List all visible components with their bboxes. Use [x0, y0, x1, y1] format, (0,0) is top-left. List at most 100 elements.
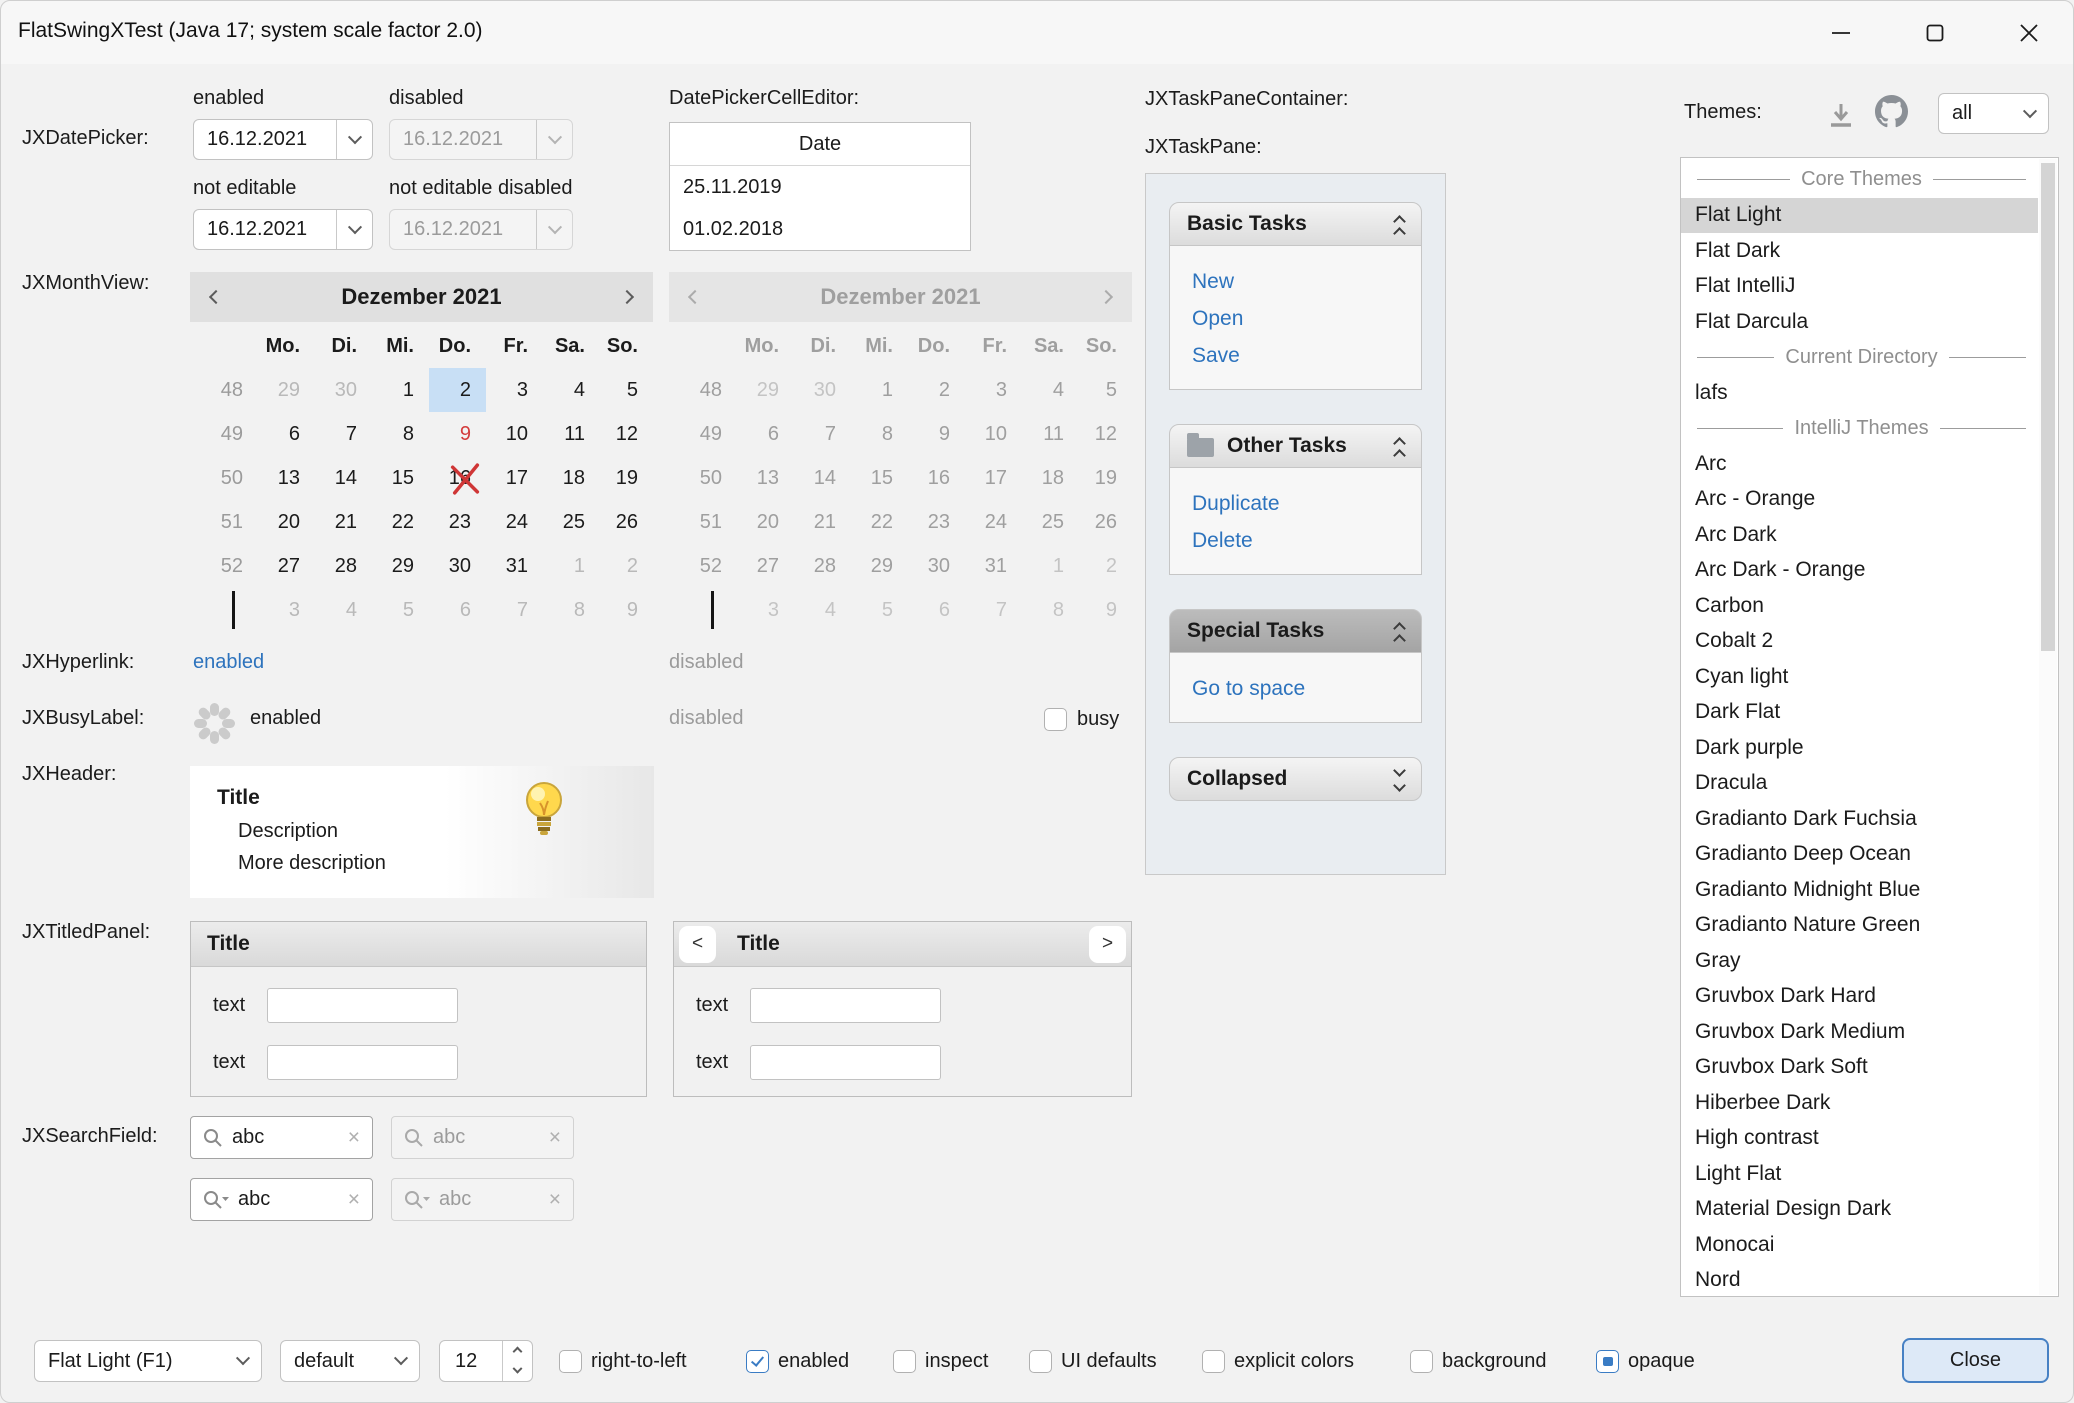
github-button[interactable]: [1875, 95, 1908, 134]
calendar-day[interactable]: 1: [372, 368, 429, 412]
checkbox-enabled[interactable]: enabled: [746, 1340, 849, 1382]
download-themes-button[interactable]: [1825, 99, 1857, 137]
calendar-day[interactable]: 2: [600, 544, 653, 588]
calendar-day[interactable]: 30: [429, 544, 486, 588]
theme-list-item[interactable]: Nord: [1681, 1263, 2038, 1298]
checkbox-right-to-left[interactable]: right-to-left: [559, 1340, 687, 1382]
checkbox-explicit-colors[interactable]: explicit colors: [1202, 1340, 1354, 1382]
theme-list-item[interactable]: Carbon: [1681, 588, 2038, 624]
checkbox-box[interactable]: [893, 1350, 916, 1373]
taskpane-header[interactable]: Basic Tasks: [1169, 202, 1422, 246]
taskpane-header[interactable]: Special Tasks: [1169, 609, 1422, 653]
calendar-day[interactable]: 4: [315, 588, 372, 632]
text-input[interactable]: [750, 1045, 941, 1080]
taskpane-link[interactable]: Go to space: [1192, 670, 1305, 707]
taskpane-link[interactable]: Duplicate: [1192, 485, 1280, 522]
datepicker-dropdown-button[interactable]: [336, 120, 372, 159]
theme-list-item[interactable]: Arc Dark: [1681, 517, 2038, 553]
maximize-button[interactable]: [1904, 10, 1966, 56]
calendar-day[interactable]: 6: [258, 412, 315, 456]
calendar-day[interactable]: 12: [600, 412, 653, 456]
calendar-day[interactable]: 2: [429, 368, 486, 412]
clear-icon[interactable]: ×: [348, 1127, 360, 1148]
calendar-day[interactable]: 10: [486, 412, 543, 456]
table-row[interactable]: 25.11.2019: [670, 166, 970, 208]
font-size-spinner[interactable]: 12: [439, 1340, 533, 1382]
calendar-day[interactable]: 16: [429, 456, 486, 500]
theme-list-item[interactable]: Flat Dark: [1681, 233, 2038, 269]
theme-list-item[interactable]: Monocai: [1681, 1227, 2038, 1263]
checkbox-box[interactable]: [746, 1350, 769, 1373]
minimize-button[interactable]: [1810, 10, 1872, 56]
calendar-day[interactable]: 23: [429, 500, 486, 544]
searchfield-with-menu-enabled[interactable]: abc ×: [190, 1178, 373, 1221]
spinner-down-button[interactable]: [503, 1361, 532, 1381]
clear-icon[interactable]: ×: [348, 1189, 360, 1210]
theme-list-item[interactable]: Dark Flat: [1681, 695, 2038, 731]
theme-list-item[interactable]: Light Flat: [1681, 1156, 2038, 1192]
search-input[interactable]: abc: [238, 1188, 339, 1211]
taskpane-link[interactable]: Save: [1192, 337, 1240, 374]
calendar-day[interactable]: 8: [543, 588, 600, 632]
theme-list-item[interactable]: Dracula: [1681, 766, 2038, 802]
laf-combo[interactable]: Flat Light (F1): [34, 1340, 262, 1382]
checkbox-inspect[interactable]: inspect: [893, 1340, 988, 1382]
datepicker-not-editable[interactable]: 16.12.2021: [193, 209, 373, 250]
theme-list-item[interactable]: Gruvbox Dark Hard: [1681, 979, 2038, 1015]
theme-list-item[interactable]: Flat Light: [1681, 198, 2038, 234]
calendar-day[interactable]: 22: [372, 500, 429, 544]
titledpanel-right-button[interactable]: >: [1089, 926, 1126, 963]
calendar-day[interactable]: 14: [315, 456, 372, 500]
calendar-day[interactable]: 20: [258, 500, 315, 544]
checkbox-box[interactable]: [1410, 1350, 1433, 1373]
theme-list-item[interactable]: High contrast: [1681, 1121, 2038, 1157]
calendar-day[interactable]: 25: [543, 500, 600, 544]
close-window-button[interactable]: [1998, 10, 2060, 56]
calendar-day[interactable]: 11: [543, 412, 600, 456]
datepicker-enabled[interactable]: 16.12.2021: [193, 119, 373, 160]
calendar-day[interactable]: 9: [600, 588, 653, 632]
theme-list-item[interactable]: Dark purple: [1681, 730, 2038, 766]
calendar-day[interactable]: 28: [315, 544, 372, 588]
calendar-day[interactable]: 1: [543, 544, 600, 588]
calendar-day[interactable]: 29: [258, 368, 315, 412]
calendar-day[interactable]: 18: [543, 456, 600, 500]
calendar-day[interactable]: 21: [315, 500, 372, 544]
search-input[interactable]: abc: [232, 1126, 339, 1149]
theme-list-item[interactable]: Flat Darcula: [1681, 304, 2038, 340]
calendar-day[interactable]: 5: [372, 588, 429, 632]
theme-list-item[interactable]: Cobalt 2: [1681, 624, 2038, 660]
calendar-day[interactable]: 29: [372, 544, 429, 588]
text-input[interactable]: [267, 988, 458, 1023]
theme-list-item[interactable]: lafs: [1681, 375, 2038, 411]
text-input[interactable]: [267, 1045, 458, 1080]
theme-list-item[interactable]: Arc: [1681, 446, 2038, 482]
checkbox-background[interactable]: background: [1410, 1340, 1547, 1382]
theme-list-item[interactable]: Material Design Dark: [1681, 1192, 2038, 1228]
taskpane-link[interactable]: Open: [1192, 300, 1243, 337]
theme-list-item[interactable]: Gradianto Deep Ocean: [1681, 837, 2038, 873]
calendar-day[interactable]: 4: [543, 368, 600, 412]
theme-list-item[interactable]: Cyan light: [1681, 659, 2038, 695]
calendar-day[interactable]: 19: [600, 456, 653, 500]
calendar-day[interactable]: 27: [258, 544, 315, 588]
theme-list-item[interactable]: Gradianto Dark Fuchsia: [1681, 801, 2038, 837]
calendar-day[interactable]: 7: [315, 412, 372, 456]
theme-list-item[interactable]: Gruvbox Dark Soft: [1681, 1050, 2038, 1086]
calendar-day[interactable]: 7: [486, 588, 543, 632]
checkbox-opaque[interactable]: opaque: [1596, 1340, 1695, 1382]
close-button[interactable]: Close: [1902, 1338, 2049, 1383]
text-input[interactable]: [750, 988, 941, 1023]
datepicker-dropdown-button[interactable]: [336, 210, 372, 249]
style-combo[interactable]: default: [280, 1340, 420, 1382]
search-menu-icon[interactable]: [203, 1190, 229, 1210]
calendar-day[interactable]: 17: [486, 456, 543, 500]
calendar-day[interactable]: 6: [429, 588, 486, 632]
checkbox-box[interactable]: [1029, 1350, 1052, 1373]
calendar-day[interactable]: 9: [429, 412, 486, 456]
checkbox-box[interactable]: [1596, 1350, 1619, 1373]
calendar-day[interactable]: 30: [315, 368, 372, 412]
previous-month-button[interactable]: [190, 272, 242, 322]
calendar-day[interactable]: 31: [486, 544, 543, 588]
calendar-day[interactable]: 3: [486, 368, 543, 412]
